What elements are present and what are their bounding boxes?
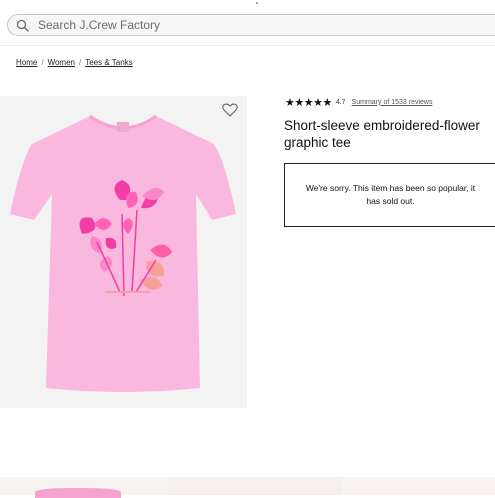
heart-icon[interactable] [222, 103, 238, 117]
page-indicator-dot [256, 2, 258, 4]
soldout-message: We're sorry. This item has been so popul… [305, 183, 476, 206]
product-rating: ★★★★★ 4.7 Summary of 1533 reviews [285, 96, 433, 109]
related-products-strip[interactable] [0, 477, 495, 498]
search-input[interactable] [38, 17, 458, 33]
soldout-message-box: We're sorry. This item has been so popul… [284, 163, 495, 227]
search-bar[interactable] [7, 14, 495, 36]
tshirt-illustration [10, 114, 236, 392]
rating-stars-icon: ★★★★★ [285, 96, 332, 109]
related-product-panel[interactable] [343, 477, 495, 495]
related-product-thumbnail[interactable] [35, 488, 121, 498]
product-image[interactable] [0, 96, 247, 408]
related-product-panel[interactable] [168, 477, 342, 495]
product-title: Short-sleeve embroidered-flower graphic … [284, 118, 480, 150]
breadcrumb-separator: / [41, 58, 44, 67]
breadcrumb-home[interactable]: Home [16, 58, 37, 67]
search-icon [16, 19, 29, 32]
breadcrumb: Home / Women / Tees & Tanks [16, 58, 133, 67]
breadcrumb-separator: / [79, 58, 82, 67]
header-divider [0, 45, 495, 46]
breadcrumb-women[interactable]: Women [48, 58, 75, 67]
rating-value: 4.7 [335, 98, 346, 106]
breadcrumb-tees-tanks[interactable]: Tees & Tanks [85, 58, 132, 67]
reviews-summary-link[interactable]: Summary of 1533 reviews [352, 99, 433, 106]
